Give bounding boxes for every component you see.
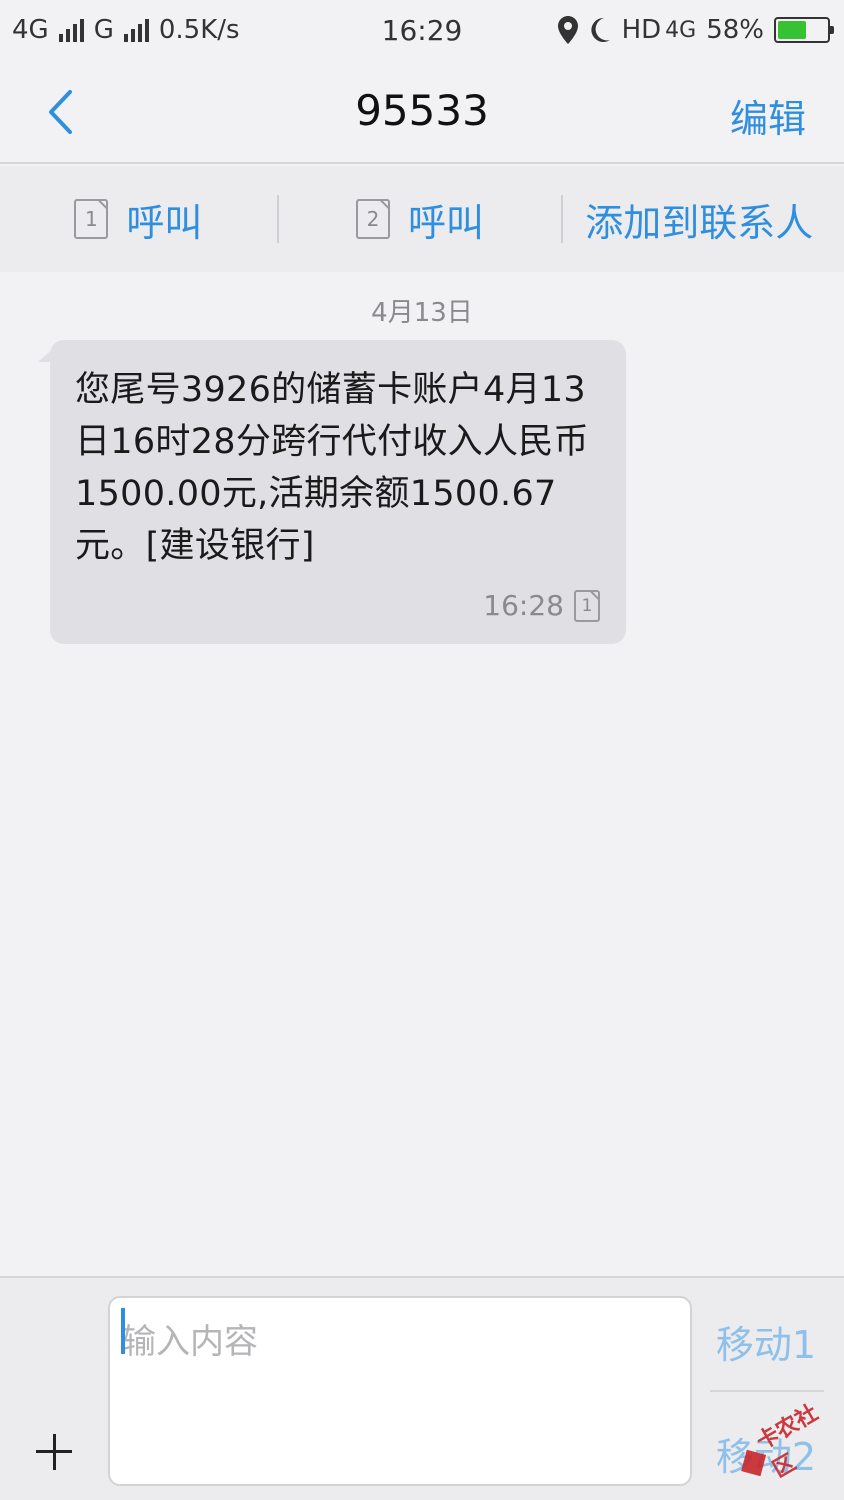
signal-icon-2 xyxy=(123,18,149,42)
edit-button[interactable]: 编辑 xyxy=(730,88,806,143)
send-sim1-button[interactable]: 移动1 xyxy=(716,1314,816,1369)
message-composer: 移动1 移动2 xyxy=(0,1276,844,1500)
contact-action-bar: 1 呼叫 2 呼叫 添加到联系人 xyxy=(0,166,844,272)
message-text: 您尾号3926的储蓄卡账户4月13日16时28分跨行代付收入人民币1500.00… xyxy=(75,370,589,566)
location-icon xyxy=(557,16,578,44)
battery-percent: 58% xyxy=(706,15,764,45)
message-meta: 16:28 1 xyxy=(483,589,600,622)
signal-icon xyxy=(58,18,84,42)
watermark-icon xyxy=(741,1449,767,1477)
message-input[interactable] xyxy=(108,1296,692,1486)
status-bar: 4G G 0.5K/s 16:29 HD 4G 58% xyxy=(0,0,844,60)
call-sim2-button[interactable]: 2 呼叫 xyxy=(279,192,562,247)
date-separator: 4月13日 xyxy=(371,298,473,328)
status-right: HD 4G 58% xyxy=(557,15,834,45)
text-caret xyxy=(121,1308,125,1354)
contact-number-title: 95533 xyxy=(355,86,489,135)
plus-icon[interactable] xyxy=(34,1432,74,1472)
hd-label: HD xyxy=(621,15,662,45)
message-time: 16:28 xyxy=(483,589,564,622)
call-sim1-button[interactable]: 1 呼叫 xyxy=(0,192,277,247)
call-label: 呼叫 xyxy=(407,200,484,245)
message-bubble[interactable]: 您尾号3926的储蓄卡账户4月13日16时28分跨行代付收入人民币1500.00… xyxy=(50,340,626,644)
back-button[interactable] xyxy=(40,88,80,136)
call-label: 呼叫 xyxy=(126,200,203,245)
network-type-2: G xyxy=(93,15,114,45)
sim-card-icon: 1 xyxy=(74,199,109,239)
sim-card-icon: 1 xyxy=(574,589,600,622)
add-to-contacts-button[interactable]: 添加到联系人 xyxy=(563,192,844,247)
status-left: 4G G 0.5K/s xyxy=(12,15,240,45)
chevron-left-icon xyxy=(49,90,72,134)
conversation-header: 95533 编辑 xyxy=(0,60,844,164)
battery-icon xyxy=(774,17,834,43)
sim-card-icon: 2 xyxy=(355,199,390,239)
network-type-1: 4G xyxy=(12,15,49,45)
net-4g-label: 4G xyxy=(665,17,697,43)
send-divider xyxy=(710,1390,824,1392)
sms-conversation-screen: 4G G 0.5K/s 16:29 HD 4G 58% 95533 编辑 1 呼… xyxy=(0,0,844,1500)
moon-icon xyxy=(590,17,610,42)
network-speed: 0.5K/s xyxy=(158,15,240,45)
